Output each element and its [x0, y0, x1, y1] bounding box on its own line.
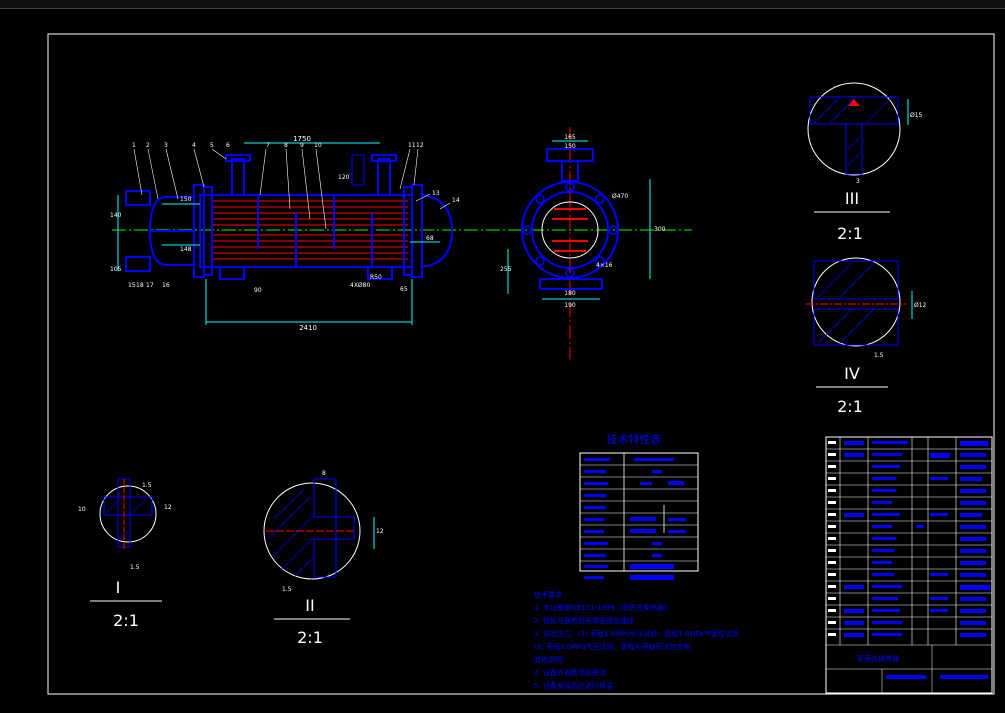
- cad-drawing-canvas[interactable]: 1750 2410 150 148 140 105 90 120 68 R50 …: [0, 9, 1005, 713]
- part-number-12: 12: [416, 142, 424, 149]
- side-view: 165 150 Ø470 300 4×16 180 190 255: [500, 127, 666, 359]
- detail-II-dim3: 1.5: [282, 586, 292, 593]
- detail-II-dim1: 8: [322, 470, 326, 477]
- dim-d470: Ø470: [612, 193, 628, 200]
- dim-r50: R50: [370, 274, 382, 281]
- part-number-3: 3: [164, 142, 168, 149]
- part-number-15: 15: [128, 282, 136, 289]
- detail-I: 1.5 10 12 1.5 I 2:1: [78, 478, 172, 630]
- saddle-left: [219, 266, 245, 280]
- notes-line-5: 其他说明：: [534, 655, 569, 664]
- notes-line-2: 2. 管板与换热管采用胀接加强焊: [534, 616, 634, 625]
- dim-148: 148: [180, 246, 192, 253]
- technical-notes: 技术要求 1. 本设备按GB151-1999《管壳式换热器》 2. 管板与换热管…: [534, 590, 739, 690]
- dim-300: 300: [654, 226, 666, 233]
- dim-4x16: 4×16: [596, 262, 613, 269]
- left-tubesheet: [203, 186, 213, 276]
- cad-top-toolbar: [0, 0, 1005, 9]
- detail-I-dim1: 1.5: [142, 482, 152, 489]
- spec-table: 技术特性表: [579, 432, 699, 580]
- title-block: 管壳式换热器: [825, 436, 993, 694]
- detail-III: Ø15 3 III 2:1: [807, 82, 923, 243]
- part-number-13: 13: [432, 190, 440, 197]
- detail-IV-dim2: 1.5: [874, 352, 884, 359]
- detail-III-dim2: 3: [856, 178, 860, 185]
- notes-line-7: 5. 设备安装后应进行保温: [534, 681, 613, 690]
- notes-heading: 技术要求: [534, 590, 562, 599]
- detail-II: 8 12 1.5 II 2:1: [263, 470, 384, 647]
- part-number-8: 8: [284, 142, 288, 149]
- dim-150-side: 150: [564, 143, 576, 150]
- notes-line-4: (2) 壳程1.5MPa气压试验，管程与壳程间试验合格: [534, 642, 691, 651]
- dim-165: 165: [564, 134, 576, 141]
- detail-IV: Ø12 1.5 IV 2:1: [806, 257, 927, 416]
- part-number-5: 5: [210, 142, 214, 149]
- right-head: [421, 194, 454, 268]
- detail-III-label: III: [845, 189, 859, 208]
- shell-body: [199, 194, 413, 268]
- detail-I-scale: 2:1: [113, 611, 139, 630]
- dim-190: 190: [564, 302, 576, 309]
- detail-II-scale: 2:1: [297, 628, 323, 647]
- detail-I-dim3: 12: [164, 504, 172, 511]
- detail-III-dim: Ø15: [910, 112, 923, 119]
- part-number-11: 11: [408, 142, 416, 149]
- dim-105: 105: [110, 266, 122, 273]
- notes-line-1: 1. 本设备按GB151-1999《管壳式换热器》: [534, 603, 671, 612]
- nozzle-top-2: [377, 158, 391, 196]
- detail-I-label: I: [116, 578, 121, 597]
- spec-table-title: 技术特性表: [607, 432, 662, 446]
- main-view: 1750 2410 150 148 140 105 90 120 68 R50 …: [110, 135, 692, 332]
- dim-90: 90: [254, 287, 262, 294]
- detail-II-label: II: [305, 596, 314, 615]
- part-number-17: 17: [146, 282, 154, 289]
- part-number-10: 10: [314, 142, 322, 149]
- dim-65: 65: [400, 286, 408, 293]
- part-number-14: 14: [452, 197, 460, 204]
- detail-I-dim2: 10: [78, 506, 86, 513]
- dim-120: 120: [338, 174, 350, 181]
- dim-4x80: 4XØ80: [350, 282, 370, 289]
- part-number-6: 6: [226, 142, 230, 149]
- detail-III-scale: 2:1: [837, 224, 863, 243]
- detail-IV-label: IV: [844, 364, 860, 383]
- dim-255: 255: [500, 266, 512, 273]
- dim-150: 150: [180, 196, 192, 203]
- detail-IV-dim: Ø12: [914, 302, 927, 309]
- detail-IV-scale: 2:1: [837, 397, 863, 416]
- notes-line-6: 4. 设备外表面涂防锈漆: [534, 668, 606, 677]
- detail-I-dim4: 1.5: [130, 564, 140, 571]
- right-tubesheet: [403, 186, 413, 276]
- part-number-1: 1: [132, 142, 136, 149]
- dim-180: 180: [564, 290, 576, 297]
- dim-140: 140: [110, 212, 122, 219]
- nozzle-top-1: [231, 158, 245, 196]
- nozzle-left-bottom: [125, 256, 151, 272]
- part-number-4: 4: [192, 142, 196, 149]
- part-number-9: 9: [300, 142, 304, 149]
- dim-2410: 2410: [299, 324, 317, 332]
- title-block-name: 管壳式换热器: [857, 654, 899, 663]
- part-number-2: 2: [146, 142, 150, 149]
- detail-II-dim2: 12: [376, 528, 384, 535]
- support-side: [539, 278, 603, 290]
- part-number-7: 7: [266, 142, 270, 149]
- baffles: [257, 195, 373, 267]
- dim-68: 68: [426, 235, 434, 242]
- nozzle-left-top: [125, 190, 151, 206]
- part-number-16: 16: [162, 282, 170, 289]
- notes-line-3: 3. 试验压力：(1) 壳程1.8MPa水压试验，管程1.8MPa气密性试验: [534, 629, 739, 638]
- part-number-18: 18: [136, 282, 144, 289]
